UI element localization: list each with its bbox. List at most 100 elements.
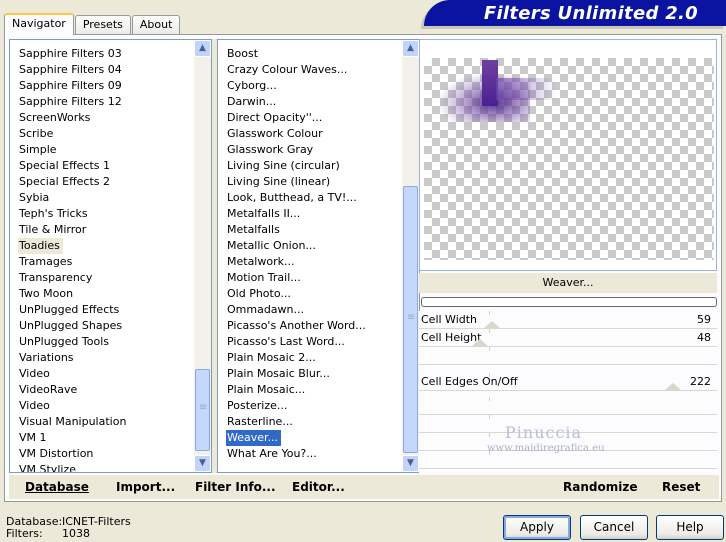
list-item-label: Glasswork Gray — [227, 143, 314, 156]
slider-track — [489, 311, 677, 315]
list-item[interactable]: VM 1 — [18, 430, 194, 446]
category-list[interactable]: Sapphire Filters 03 Sapphire Filters 04 Sa… — [9, 39, 212, 473]
list-item[interactable]: VM Distortion — [18, 446, 194, 462]
list-item[interactable]: Plain Mosaic 2... — [226, 350, 402, 366]
list-item[interactable]: Transparency — [18, 270, 194, 286]
slider-thumb[interactable] — [472, 339, 489, 346]
list-item-label: Toadies — [18, 238, 63, 254]
list-item[interactable]: Motion Trail... — [226, 270, 402, 286]
list-item[interactable]: Tile & Mirror — [18, 222, 194, 238]
list-item[interactable]: Direct Opacity''... — [226, 110, 402, 126]
list-item[interactable]: Picasso's Last Word... — [226, 334, 402, 350]
list-item[interactable]: Sapphire Filters 09 — [18, 78, 194, 94]
parameter-row[interactable] — [419, 397, 717, 415]
tab-about[interactable]: About — [131, 15, 181, 34]
list-item[interactable]: Special Effects 1 — [18, 158, 194, 174]
list-item-label: Sybia — [19, 191, 50, 204]
list-item[interactable]: UnPlugged Effects — [18, 302, 194, 318]
list-item[interactable]: Metallic Onion... — [226, 238, 402, 254]
list-item[interactable]: Two Moon — [18, 286, 194, 302]
tab-strip: Navigator Presets About — [4, 12, 181, 35]
database-button[interactable]: Database — [25, 480, 89, 494]
category-scrollbar[interactable]: ▲ ▼ — [194, 40, 211, 472]
list-item[interactable]: VideoRave — [18, 382, 194, 398]
list-item[interactable]: Boost — [226, 46, 402, 62]
list-item-label: Teph's Tricks — [19, 207, 88, 220]
list-item[interactable]: Plain Mosaic Blur... — [226, 366, 402, 382]
help-button[interactable]: Help — [656, 515, 724, 540]
list-item[interactable]: Metalfalls II... — [226, 206, 402, 222]
list-item-label: UnPlugged Shapes — [19, 319, 123, 332]
parameter-row[interactable]: Cell Height 48 — [419, 329, 717, 347]
list-item[interactable]: VM Stylize — [18, 462, 194, 472]
list-item[interactable]: Old Photo... — [226, 286, 402, 302]
list-item-label: Living Sine (circular) — [227, 159, 340, 172]
filter-scrollbar[interactable]: ▲ ▼ — [402, 40, 419, 472]
list-item[interactable]: Teph's Tricks — [18, 206, 194, 222]
scroll-down-icon[interactable]: ▼ — [194, 455, 211, 472]
list-item[interactable]: Plain Mosaic... — [226, 382, 402, 398]
list-item[interactable]: Sapphire Filters 04 — [18, 62, 194, 78]
list-item[interactable]: Video — [18, 366, 194, 382]
list-item-label: VM Stylize — [19, 463, 76, 472]
list-item[interactable]: Sybia — [18, 190, 194, 206]
list-item[interactable]: Variations — [18, 350, 194, 366]
list-item-label: Scribe — [19, 127, 54, 140]
list-item[interactable]: Metalfalls — [226, 222, 402, 238]
list-item[interactable]: UnPlugged Shapes — [18, 318, 194, 334]
randomize-button[interactable]: Randomize — [563, 480, 637, 494]
list-item[interactable]: Picasso's Another Word... — [226, 318, 402, 334]
editor-button[interactable]: Editor... — [292, 480, 345, 494]
list-item[interactable]: Look, Butthead, a TV!... — [226, 190, 402, 206]
list-item[interactable]: Crazy Colour Waves... — [226, 62, 402, 78]
scroll-down-icon[interactable]: ▼ — [402, 455, 419, 472]
parameter-row[interactable]: Cell Width 59 — [419, 311, 717, 329]
list-item[interactable]: Glasswork Colour — [226, 126, 402, 142]
scroll-up-icon[interactable]: ▲ — [402, 40, 419, 57]
list-item[interactable]: Cyborg... — [226, 78, 402, 94]
parameter-label: Cell Edges On/Off — [421, 375, 518, 388]
tab-presets[interactable]: Presets — [74, 15, 131, 34]
tab-navigator[interactable]: Navigator — [4, 13, 74, 35]
list-item[interactable]: Rasterline... — [226, 414, 402, 430]
filter-info-button[interactable]: Filter Info... — [195, 480, 276, 494]
cancel-button[interactable]: Cancel — [580, 515, 648, 540]
list-item[interactable]: Sapphire Filters 12 — [18, 94, 194, 110]
list-item[interactable]: What Are You?... — [226, 446, 402, 462]
slider-thumb[interactable] — [484, 321, 501, 328]
list-item[interactable]: Living Sine (linear) — [226, 174, 402, 190]
list-item[interactable]: Ommadawn... — [226, 302, 402, 318]
slider-thumb[interactable] — [664, 383, 681, 390]
parameter-row[interactable]: Cell Edges On/Off 222 — [419, 373, 717, 391]
reset-button[interactable]: Reset — [662, 480, 700, 494]
slider-track — [489, 415, 677, 419]
scroll-up-icon[interactable]: ▲ — [194, 40, 211, 57]
list-item[interactable]: Living Sine (circular) — [226, 158, 402, 174]
list-item[interactable]: Glasswork Gray — [226, 142, 402, 158]
list-item[interactable]: Scribe — [18, 126, 194, 142]
list-item[interactable]: Posterize... — [226, 398, 402, 414]
filter-items: Boost Crazy Colour Waves... Cyborg... Darwi… — [218, 40, 402, 472]
category-scroll-thumb[interactable] — [195, 369, 210, 451]
list-item-label: Cyborg... — [227, 79, 277, 92]
list-item-label: ScreenWorks — [19, 111, 91, 124]
list-item[interactable]: Metalwork... — [226, 254, 402, 270]
list-item[interactable]: Visual Manipulation — [18, 414, 194, 430]
slider-track — [489, 397, 677, 401]
list-item[interactable]: Simple — [18, 142, 194, 158]
list-item[interactable]: Darwin... — [226, 94, 402, 110]
list-item[interactable]: UnPlugged Tools — [18, 334, 194, 350]
apply-button[interactable]: Apply — [503, 515, 571, 540]
filter-list[interactable]: Boost Crazy Colour Waves... Cyborg... Darwi… — [217, 39, 420, 473]
list-item[interactable]: ScreenWorks — [18, 110, 194, 126]
list-item[interactable]: Tramages — [18, 254, 194, 270]
parameter-row[interactable] — [419, 347, 717, 365]
list-item[interactable]: Sapphire Filters 03 — [18, 46, 194, 62]
title-banner: Filters Unlimited 2.0 — [424, 0, 726, 26]
filter-scroll-thumb[interactable] — [403, 186, 418, 453]
list-item[interactable]: Video — [18, 398, 194, 414]
list-item[interactable]: Weaver... — [224, 429, 402, 447]
list-item[interactable]: Special Effects 2 — [18, 174, 194, 190]
import-button[interactable]: Import... — [116, 480, 175, 494]
list-item[interactable]: Toadies — [18, 238, 194, 254]
